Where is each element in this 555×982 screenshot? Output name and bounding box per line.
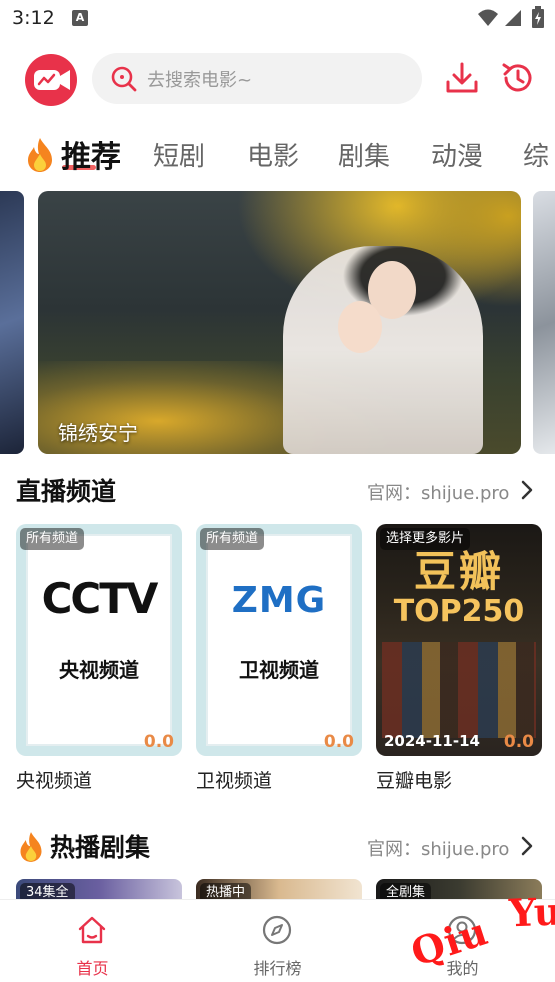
status-bar: 3:12 A (0, 0, 555, 36)
tab-movies[interactable]: 电影 (247, 136, 299, 173)
wifi-icon (478, 9, 498, 26)
card-label[interactable]: 央视频道 (16, 766, 92, 793)
search-bar[interactable]: 去搜索电影~ (92, 53, 422, 104)
section-title-live: 直播频道 (16, 477, 117, 506)
channel-card-cctv[interactable]: 所有频道 CCTV 央视频道 0.0 (16, 524, 182, 756)
card-badge: 选择更多影片 (380, 528, 471, 550)
card-score: 0.0 (323, 732, 354, 752)
download-icon[interactable] (444, 60, 480, 96)
notification-icon: A (72, 10, 88, 26)
chevron-right-icon[interactable] (520, 480, 534, 500)
nav-ranking[interactable]: 排行榜 (185, 900, 370, 982)
banner-face (338, 301, 382, 353)
banner-caption: 锦绣安宁 (58, 421, 138, 445)
cellular-icon (505, 10, 521, 26)
card-badge: 所有频道 (200, 528, 265, 550)
flame-icon (28, 138, 52, 172)
nav-label: 首页 (76, 959, 109, 978)
zmg-logo: ZMG (231, 580, 327, 621)
banner-next-slide[interactable] (533, 191, 555, 454)
card-score: 0.0 (503, 732, 534, 752)
cctv-logo: CCTV (41, 574, 159, 623)
site-link[interactable]: 官网：shijue.pro (367, 835, 509, 861)
nav-home[interactable]: 首页 (0, 900, 185, 982)
search-icon (111, 66, 137, 92)
flame-icon (20, 832, 42, 862)
search-placeholder: 去搜索电影~ (147, 70, 253, 91)
chevron-right-icon[interactable] (520, 836, 534, 856)
nav-label: 排行榜 (253, 959, 302, 978)
compass-icon (262, 915, 292, 945)
home-icon (78, 916, 106, 944)
poster-collage (382, 642, 536, 738)
app-logo-icon[interactable] (25, 54, 77, 106)
banner-prev-slide[interactable] (0, 191, 24, 454)
card-date: 2024-11-14 (384, 732, 480, 750)
card-badge: 所有频道 (20, 528, 85, 550)
category-tabs: 推荐 短剧 电影 剧集 动漫 综 (0, 128, 555, 178)
tab-variety[interactable]: 综 (523, 136, 549, 173)
card-paper (26, 534, 172, 746)
top250-label: TOP250 (393, 594, 525, 629)
site-link[interactable]: 官网：shijue.pro (367, 479, 509, 505)
tab-recommended[interactable]: 推荐 (61, 132, 121, 176)
history-icon[interactable] (500, 60, 536, 96)
banner-slide[interactable]: 锦绣安宁 (38, 191, 521, 454)
card-name: 卫视频道 (239, 658, 319, 682)
section-title-hot: 热播剧集 (50, 833, 151, 862)
channel-card-douban[interactable]: 豆瓣 TOP250 选择更多影片 2024-11-14 0.0 (376, 524, 542, 756)
channel-card-satellite[interactable]: 所有频道 ZMG 卫视频道 0.0 (196, 524, 362, 756)
card-paper (206, 534, 352, 746)
card-name: 央视频道 (59, 658, 139, 682)
status-time: 3:12 (12, 7, 55, 29)
battery-icon (532, 6, 544, 28)
card-label[interactable]: 卫视频道 (196, 766, 272, 793)
card-label[interactable]: 豆瓣电影 (376, 766, 452, 793)
tab-short-drama[interactable]: 短剧 (153, 136, 205, 173)
card-score: 0.0 (143, 732, 174, 752)
tab-anime[interactable]: 动漫 (431, 136, 483, 173)
tab-series[interactable]: 剧集 (338, 136, 390, 173)
